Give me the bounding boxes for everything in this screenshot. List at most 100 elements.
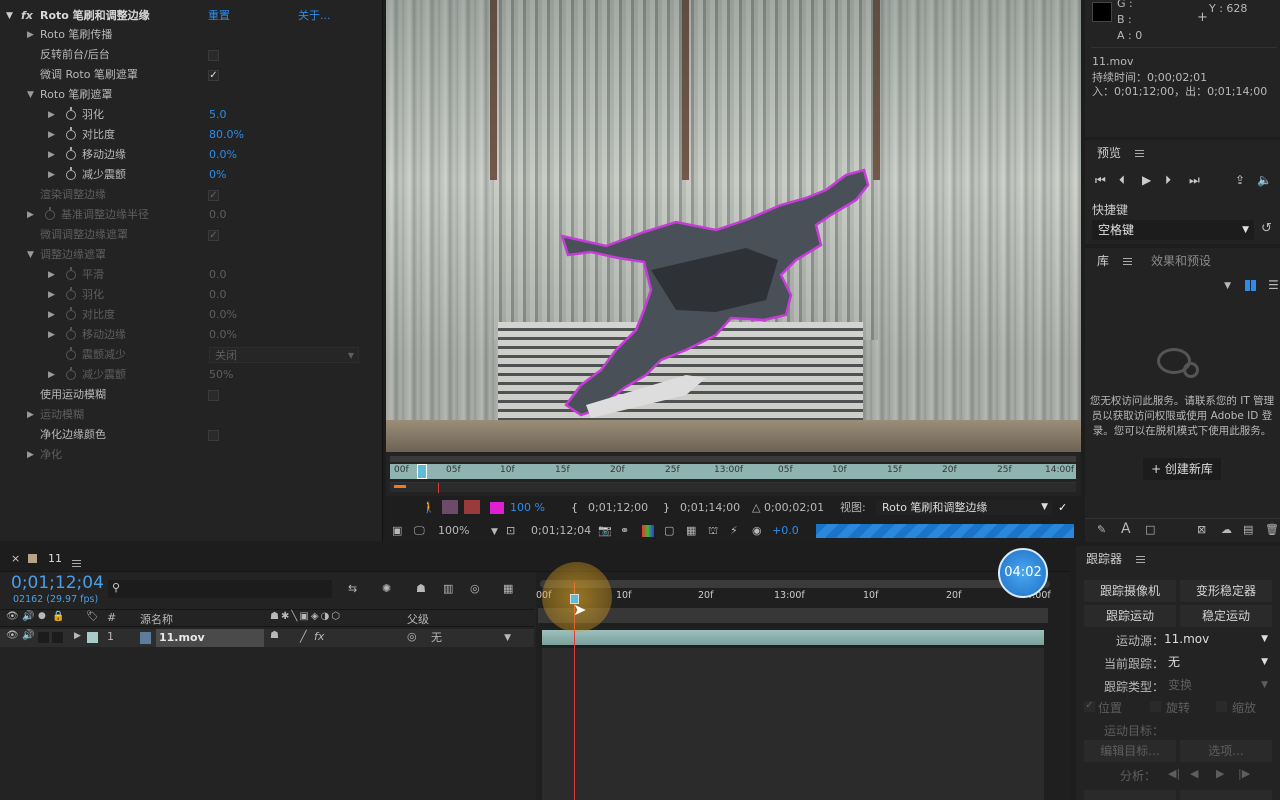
stabilize-motion-button[interactable]: 稳定运动 [1180, 605, 1272, 627]
text-icon[interactable]: A [1121, 521, 1131, 537]
lock-icon[interactable]: 🔒 [52, 611, 64, 622]
bg-mode-icon[interactable] [464, 500, 480, 514]
first-frame-icon[interactable]: ⏮ [1095, 173, 1106, 188]
overlay-color-swatch[interactable] [490, 502, 504, 514]
out-point[interactable]: 0;01;14;00 [680, 500, 740, 515]
out-bracket-icon[interactable]: } [663, 500, 670, 515]
shortcut-dropdown[interactable]: 空格键 ▼ [1092, 220, 1254, 240]
contrast2-value[interactable]: 0.0% [209, 305, 237, 325]
stopwatch-icon[interactable] [66, 107, 76, 120]
position-checkbox[interactable]: ✓ [1084, 701, 1095, 712]
timeline-timecode[interactable]: 0;01;12;04 [11, 573, 104, 593]
solo-toggle[interactable] [38, 632, 49, 643]
menu-icon[interactable] [72, 559, 81, 567]
time-ruler[interactable]: 00f 10f 20f 13:00f 10f 20f 14:00f [536, 590, 1070, 606]
analyze-next-icon[interactable]: |▶ [1238, 767, 1250, 780]
3d-view-icon[interactable]: ⛫ [708, 523, 718, 538]
overlay-opacity[interactable]: 100 % [510, 500, 545, 515]
decontaminate-checkbox[interactable] [208, 430, 219, 441]
exposure-reset-icon[interactable]: ◉ [752, 523, 762, 538]
label-color[interactable] [87, 632, 98, 643]
feather2-value[interactable]: 0.0 [209, 285, 227, 305]
stopwatch-icon[interactable] [66, 347, 76, 360]
options-button[interactable]: 选项... [1180, 740, 1272, 762]
refine-roto-checkbox[interactable]: ✓ [208, 70, 219, 81]
shift-edge-value[interactable]: 0.0% [209, 145, 237, 165]
motion-blur-icon[interactable]: ◎ [470, 582, 480, 595]
checkmark-icon[interactable]: ✓ [1058, 500, 1067, 515]
reduce-chatter2-value[interactable]: 50% [209, 365, 233, 385]
region-icon[interactable]: ▢ [664, 523, 674, 538]
stopwatch-icon[interactable] [66, 167, 76, 180]
fast-preview-icon[interactable]: ⚡ [730, 523, 738, 538]
roto-matte-group[interactable]: ▼ Roto 笔刷遮罩 [0, 85, 380, 105]
eye-icon[interactable]: 👁 [6, 611, 19, 622]
library-dropdown[interactable]: ▼ [1093, 278, 1231, 298]
square-icon[interactable]: □ [1145, 523, 1155, 536]
track-motion-button[interactable]: 跟踪运动 [1084, 605, 1176, 627]
shy-icon[interactable]: ☗ [416, 582, 426, 595]
decontaminate-group[interactable]: ▶ 净化 [0, 445, 380, 465]
audio-icon[interactable]: 🔊 [22, 611, 34, 622]
audio-icon[interactable]: 🔊 [22, 630, 34, 641]
feather-value[interactable]: 5.0 [209, 105, 227, 125]
about-link[interactable]: 关于... [298, 6, 331, 26]
analyze-back-icon[interactable]: ◀| [1168, 767, 1180, 780]
brush-icon[interactable]: ✎ [1097, 523, 1106, 536]
work-area[interactable] [538, 608, 1048, 623]
transparency-grid-icon[interactable]: ▦ [686, 523, 696, 538]
timeline-graph[interactable]: 00f 10f 20f 13:00f 10f 20f 14:00f ➤ 04:0… [536, 548, 1070, 800]
show-snapshot-icon[interactable]: ⚭ [620, 523, 629, 538]
motion-blur-checkbox[interactable] [208, 390, 219, 401]
layer-name[interactable]: 11.mov [156, 629, 264, 647]
refine-edge-matte-group[interactable]: ▼ 调整边缘遮罩 [0, 245, 380, 265]
solo-icon[interactable]: ● [38, 611, 46, 621]
lock-toggle[interactable] [52, 632, 63, 643]
warp-stabilizer-button[interactable]: 变形稳定器 [1180, 580, 1272, 602]
menu-icon[interactable] [1135, 556, 1145, 563]
quality-switch-icon[interactable]: ╱ [300, 630, 307, 643]
monitor-icon[interactable]: 🖵 [414, 523, 425, 538]
channels-icon[interactable] [642, 525, 654, 537]
prev-frame-icon[interactable]: ⏴ [1119, 173, 1125, 188]
reset-icon[interactable]: ↺ [1261, 221, 1272, 236]
motion-source-dropdown[interactable]: 11.mov ▼ [1164, 630, 1270, 648]
work-area-bar[interactable] [390, 456, 1076, 462]
stock-icon[interactable]: ⊠ [1197, 523, 1206, 536]
loop-icon[interactable]: ⇪ [1235, 173, 1245, 187]
effect-header[interactable]: ▼ fx Roto 笔刷和调整边缘 重置 关于... [0, 6, 380, 26]
play-icon[interactable]: ▶ [1142, 173, 1151, 187]
frame-blend-icon[interactable]: ▥ [443, 582, 453, 595]
grid-add-icon[interactable]: ▤ [1243, 523, 1253, 536]
viewer-time-ruler[interactable]: 00f 05f 10f 15f 20f 25f 13:00f 05f 10f 1… [390, 464, 1076, 479]
motion-blur-group[interactable]: ▶ 运动模糊 [0, 405, 380, 425]
cloud-sync-icon[interactable]: ☁ [1221, 523, 1232, 536]
stopwatch-icon[interactable] [66, 367, 76, 380]
comp-flowchart-icon[interactable]: ⇆ [348, 582, 357, 595]
smooth-value[interactable]: 0.0 [209, 265, 227, 285]
menu-icon[interactable] [1134, 150, 1144, 157]
analyze-forward-icon[interactable]: ▶ [1216, 767, 1224, 780]
layer-search-input[interactable]: ⚲ [108, 580, 332, 598]
contrast-value[interactable]: 80.0% [209, 125, 244, 145]
stopwatch-icon[interactable] [66, 267, 76, 280]
tab-effects-presets[interactable]: 效果和预设 [1151, 248, 1211, 274]
always-preview-icon[interactable]: ▣ [392, 523, 402, 538]
trash-icon[interactable]: 🗑 [1265, 523, 1279, 536]
track-type-dropdown[interactable]: 变换 ▼ [1168, 676, 1270, 694]
base-radius-value[interactable]: 0.0 [209, 205, 227, 225]
grid-view-icon[interactable] [1245, 280, 1256, 291]
fx-switch-icon[interactable]: fx [314, 630, 324, 643]
expand-icon[interactable]: ▶ [74, 631, 81, 641]
reset-button[interactable] [1084, 790, 1176, 800]
invert-checkbox[interactable] [208, 50, 219, 61]
draft-3d-icon[interactable]: ✺ [382, 582, 391, 595]
shy-switch-icon[interactable]: ☗ [270, 630, 279, 641]
stopwatch-icon[interactable] [45, 207, 55, 220]
stopwatch-icon[interactable] [66, 127, 76, 140]
layer-row[interactable]: 👁 🔊 ▶ 1 11.mov ☗ ╱ fx ◎ 无 ▼ [0, 629, 534, 647]
graph-editor-icon[interactable]: ▦ [503, 582, 513, 595]
stopwatch-icon[interactable] [66, 327, 76, 340]
layer-bar[interactable] [542, 630, 1044, 645]
current-track-dropdown[interactable]: 无 ▼ [1168, 653, 1270, 671]
